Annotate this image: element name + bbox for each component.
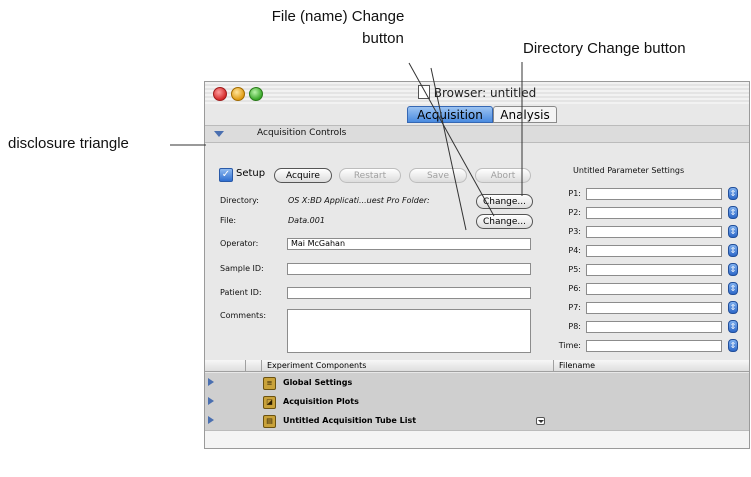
file-change-leader-line [408, 62, 495, 217]
callout-leader-lines [170, 62, 523, 231]
file-change-leader-line [430, 67, 467, 231]
